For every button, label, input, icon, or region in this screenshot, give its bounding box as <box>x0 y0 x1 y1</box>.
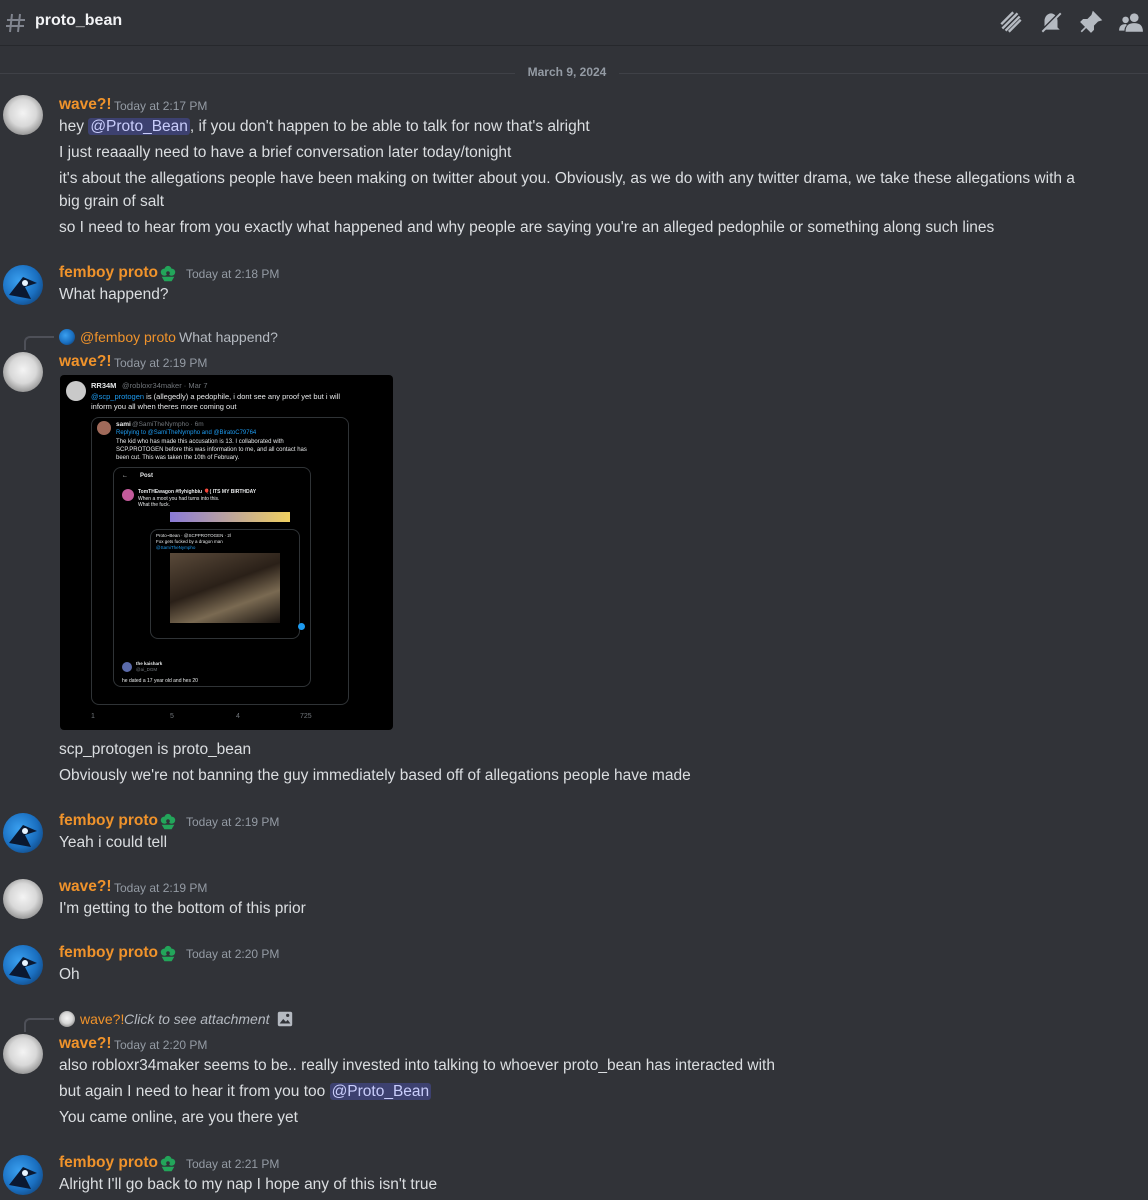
text-fragment: hey <box>59 118 89 135</box>
reply-preview[interactable]: Click to see attachment <box>124 1011 270 1027</box>
tweet-handle: @robloxr34maker · Mar 7 <box>122 381 208 390</box>
quote-body: been cut. This was taken the 10th of Feb… <box>116 455 240 461</box>
inner-avatar <box>122 489 134 501</box>
message-line: What happend? <box>59 286 169 303</box>
timestamp: Today at 2:17 PM <box>114 99 208 113</box>
inner-author: TomTHEwagon #flyhighbiu 🎈( ITS MY BIRTHD… <box>138 489 257 495</box>
timestamp: Today at 2:19 PM <box>114 881 208 895</box>
avatar[interactable] <box>3 352 43 392</box>
image-attachment[interactable]: RR34M @robloxr34maker · Mar 7 @scp_proto… <box>60 375 393 730</box>
username[interactable]: femboy proto <box>59 264 158 282</box>
quote-author: sami <box>116 421 131 428</box>
date-divider: March 9, 2024 <box>0 65 1148 79</box>
timestamp: Today at 2:18 PM <box>186 267 280 281</box>
avatar[interactable] <box>3 1034 43 1074</box>
user-mention[interactable]: @Proto_Bean <box>88 118 190 135</box>
username[interactable]: femboy proto <box>59 1154 158 1172</box>
username[interactable]: wave?! <box>59 1035 112 1053</box>
quote-handle: @SamiTheNympho · 6m <box>132 421 204 428</box>
tweet-mention: @scp_protogen <box>91 392 145 401</box>
threads-icon[interactable] <box>998 9 1024 35</box>
nitro-badge-icon <box>160 813 176 830</box>
timestamp: Today at 2:19 PM <box>186 815 280 829</box>
image-attachment-icon <box>277 1011 293 1027</box>
message-line: scp_protogen is proto_bean <box>59 741 252 758</box>
tweet-body: is (allegedly) a pedophile, i dont see a… <box>144 392 341 401</box>
date-divider-label: March 9, 2024 <box>527 65 607 79</box>
avatar[interactable] <box>3 813 43 853</box>
reply-tweet-body: he dated a 17 year old and hes 20 <box>122 678 198 684</box>
username[interactable]: wave?! <box>59 353 112 371</box>
avatar[interactable] <box>3 1155 43 1195</box>
message-line: it's about the allegations people have b… <box>59 170 1075 187</box>
timestamp: Today at 2:21 PM <box>186 1157 280 1171</box>
tweet-body: inform you all when theres more coming o… <box>91 402 237 411</box>
channel-name: proto_bean <box>35 12 123 29</box>
reply-spine <box>24 1018 54 1032</box>
inner-photo <box>170 553 280 623</box>
inner-body: What the fuck. <box>138 502 170 508</box>
tweet-author: RR34M <box>91 381 117 390</box>
text-fragment: but again I need to hear it from you too <box>59 1083 330 1100</box>
reply-tweet-handle: @ai_DGM <box>136 667 158 672</box>
avatar[interactable] <box>3 945 43 985</box>
reply-tweet-author: the kaishark <box>136 661 163 666</box>
message-line: big grain of salt <box>59 193 165 210</box>
nitro-badge-icon <box>160 1155 176 1172</box>
reply-username[interactable]: @femboy proto <box>80 329 176 345</box>
avatar[interactable] <box>3 879 43 919</box>
reply-avatar <box>59 329 75 345</box>
message-line: also robloxr34maker seems to be.. really… <box>59 1057 775 1074</box>
username[interactable]: femboy proto <box>59 944 158 962</box>
timestamp: Today at 2:19 PM <box>114 356 208 370</box>
tweet-avatar <box>66 381 86 401</box>
message-line: Obviously we're not banning the guy imme… <box>59 767 691 784</box>
timestamp: Today at 2:20 PM <box>114 1038 208 1052</box>
channel-hash-icon <box>6 13 25 33</box>
message-line: You came online, are you there yet <box>59 1109 298 1126</box>
message-line: so I need to hear from you exactly what … <box>59 219 995 236</box>
reply-username[interactable]: wave?! <box>80 1011 124 1027</box>
mute-bell-icon[interactable] <box>1038 9 1064 35</box>
nitro-badge-icon <box>160 265 176 282</box>
inner-banner <box>170 512 290 522</box>
text-fragment: , if you don't happen to be able to talk… <box>189 118 590 135</box>
message-line: I'm getting to the bottom of this prior <box>59 900 306 917</box>
reply-spine <box>24 336 54 350</box>
nitro-badge-icon <box>160 945 176 962</box>
username[interactable]: femboy proto <box>59 812 158 830</box>
message-line: Oh <box>59 966 80 983</box>
avatar[interactable] <box>3 95 43 135</box>
members-icon[interactable] <box>1118 9 1144 35</box>
avatar[interactable] <box>3 265 43 305</box>
message-line: I just reaaally need to have a brief con… <box>59 144 512 161</box>
timestamp: Today at 2:20 PM <box>186 947 280 961</box>
reply-avatar <box>59 1011 75 1027</box>
quote-reply-to: Replying to @SamiTheNympho and @BiratoC7… <box>116 430 257 436</box>
tweet-reply-count: 1 <box>91 713 95 720</box>
tweet-view-count: 725 <box>300 713 312 720</box>
message-line: Alright I'll go back to my nap I hope an… <box>59 1176 438 1193</box>
pin-icon[interactable] <box>1078 9 1104 35</box>
inner-quote-author: Proto~Bean · @SCPPROTOGEN · 2l <box>156 533 231 538</box>
post-label: Post <box>140 473 154 479</box>
username[interactable]: wave?! <box>59 96 112 114</box>
user-mention[interactable]: @Proto_Bean <box>329 1083 432 1100</box>
quote-body: SCP.PROTOGEN before this was information… <box>116 447 307 453</box>
message-line: but again I need to hear it from you too… <box>59 1081 1099 1103</box>
message-line: hey @Proto_Bean, if you don't happen to … <box>59 116 1099 138</box>
message-line: Yeah i could tell <box>59 834 168 851</box>
tweet-like-count: 4 <box>236 713 240 720</box>
reply-tweet-avatar <box>122 662 132 672</box>
play-dot <box>298 623 305 630</box>
quote-body: The kid who has made this accusation is … <box>116 439 284 445</box>
channel-header: proto_bean <box>0 0 1148 46</box>
inner-quote-tag: @SamiTheNympho <box>156 545 196 550</box>
inner-quote-body: Fox gets fucked by a dragon man <box>156 539 223 544</box>
tweet-retweet-count: 5 <box>170 713 174 720</box>
username[interactable]: wave?! <box>59 878 112 896</box>
reply-preview[interactable]: What happend? <box>179 329 278 345</box>
quote-avatar <box>97 421 111 435</box>
